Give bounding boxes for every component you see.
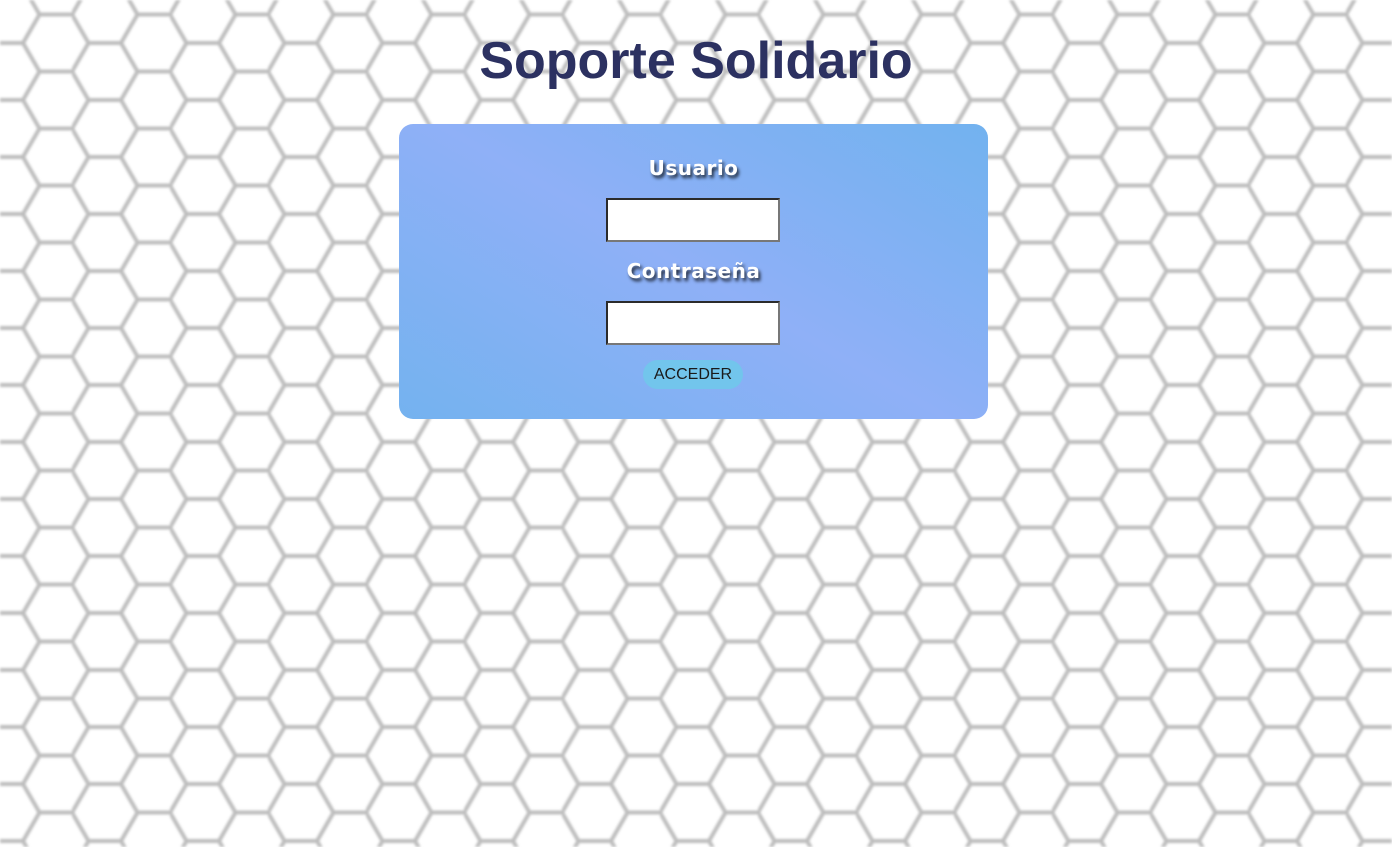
page-title: Soporte Solidario [479,32,913,90]
password-input[interactable] [606,301,780,345]
username-label: Usuario [648,156,739,180]
login-panel: Usuario Contraseña ACCEDER [399,124,988,419]
username-input[interactable] [606,198,780,242]
acceder-button[interactable]: ACCEDER [643,360,743,389]
password-label: Contraseña [626,259,761,283]
